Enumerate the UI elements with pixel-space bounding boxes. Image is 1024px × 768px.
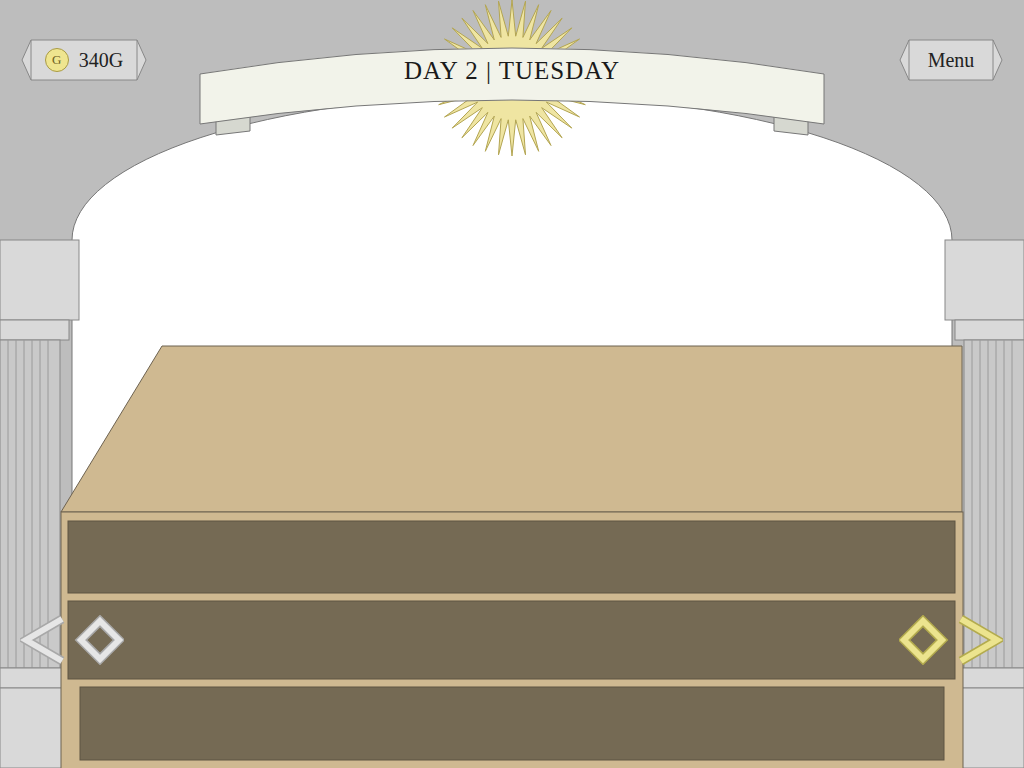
game-screen: DAY 2 | TUESDAY G 340G Menu (0, 0, 1024, 768)
left-arrow-button (20, 615, 124, 665)
shop-scene (0, 0, 1024, 768)
coin-icon: G (45, 48, 69, 72)
day-title: DAY 2 | TUESDAY (300, 56, 724, 86)
right-arrow-button[interactable] (899, 615, 1003, 665)
banner (200, 0, 824, 156)
menu-label: Menu (928, 49, 975, 72)
counter-drawer (68, 521, 955, 593)
counter-drawer (68, 601, 955, 679)
gold-amount: 340G (79, 49, 123, 72)
counter-drawer (80, 687, 944, 760)
menu-button[interactable]: Menu (899, 39, 1003, 81)
gold-counter: G 340G (21, 39, 147, 81)
left-arrow-icon (20, 615, 124, 665)
wall (0, 0, 1024, 768)
shop-counter (61, 346, 963, 768)
right-arrow-icon (899, 615, 1003, 665)
